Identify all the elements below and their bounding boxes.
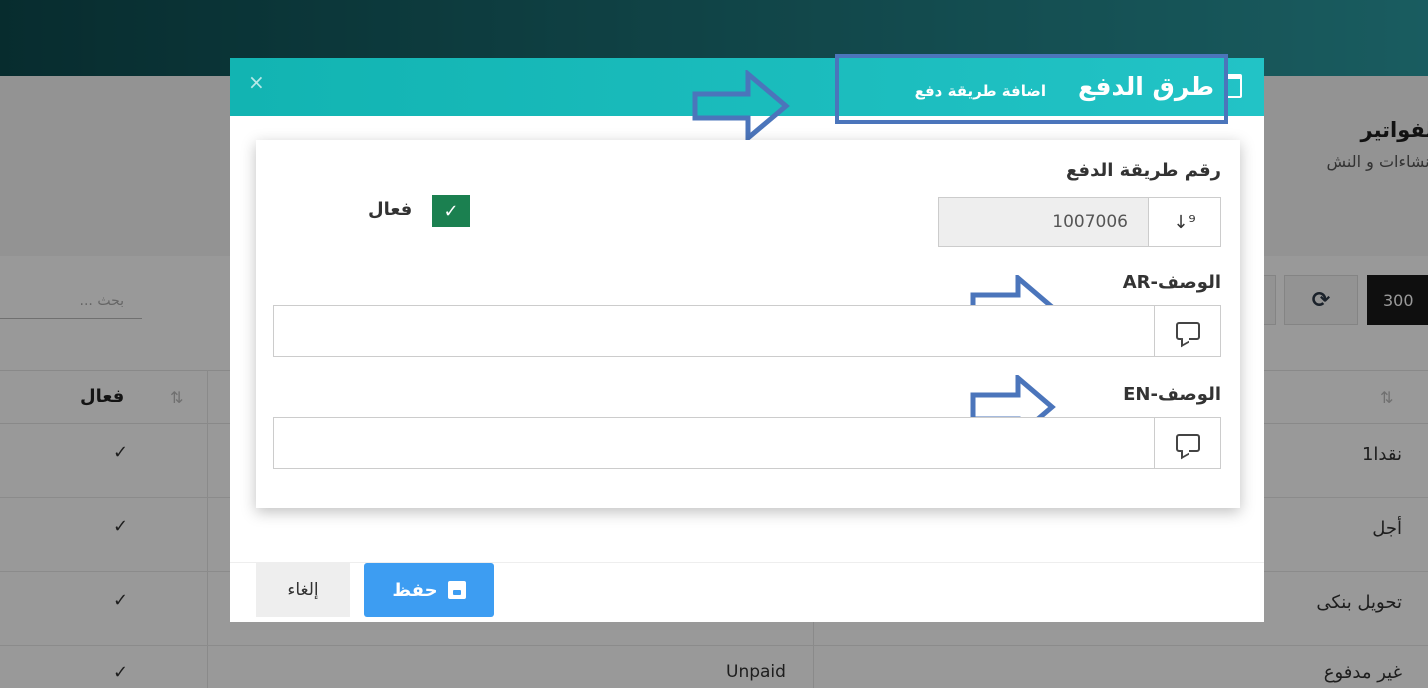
cancel-button[interactable]: إلغاء	[256, 563, 350, 617]
active-checkbox[interactable]: ✓	[432, 195, 470, 227]
check-icon: ✓	[443, 200, 459, 222]
save-icon	[447, 581, 466, 599]
annotation-highlight-box	[835, 54, 1228, 124]
comment-icon	[1175, 434, 1200, 452]
active-label: فعال	[368, 199, 413, 220]
desc-ar-field	[273, 305, 1221, 357]
save-label: حفظ	[392, 579, 438, 601]
sort-numeric-icon: ↓⁹	[1148, 198, 1220, 246]
desc-ar-label: الوصف-AR	[1122, 272, 1221, 293]
desc-en-label: الوصف-EN	[1123, 384, 1221, 405]
comment-addon	[1154, 418, 1220, 468]
desc-en-input[interactable]	[274, 418, 1154, 468]
number-field: 1007006 ↓⁹	[938, 197, 1221, 247]
comment-icon	[1175, 322, 1200, 340]
modal-body: رقم طريقة الدفع 1007006 ↓⁹ ✓ فعال الوصف-…	[256, 140, 1240, 508]
modal-footer: إلغاء حفظ	[230, 562, 1264, 622]
close-icon[interactable]: ×	[248, 70, 265, 94]
number-value[interactable]: 1007006	[939, 198, 1148, 246]
desc-ar-input[interactable]	[274, 306, 1154, 356]
save-button[interactable]: حفظ	[364, 563, 494, 617]
number-label: رقم طريقة الدفع	[1066, 160, 1221, 181]
annotation-arrow	[692, 70, 790, 142]
comment-addon	[1154, 306, 1220, 356]
payment-method-modal: × طرق الدفع اضافة طريقة دفع رقم طريقة ال…	[230, 54, 1264, 622]
desc-en-field	[273, 417, 1221, 469]
